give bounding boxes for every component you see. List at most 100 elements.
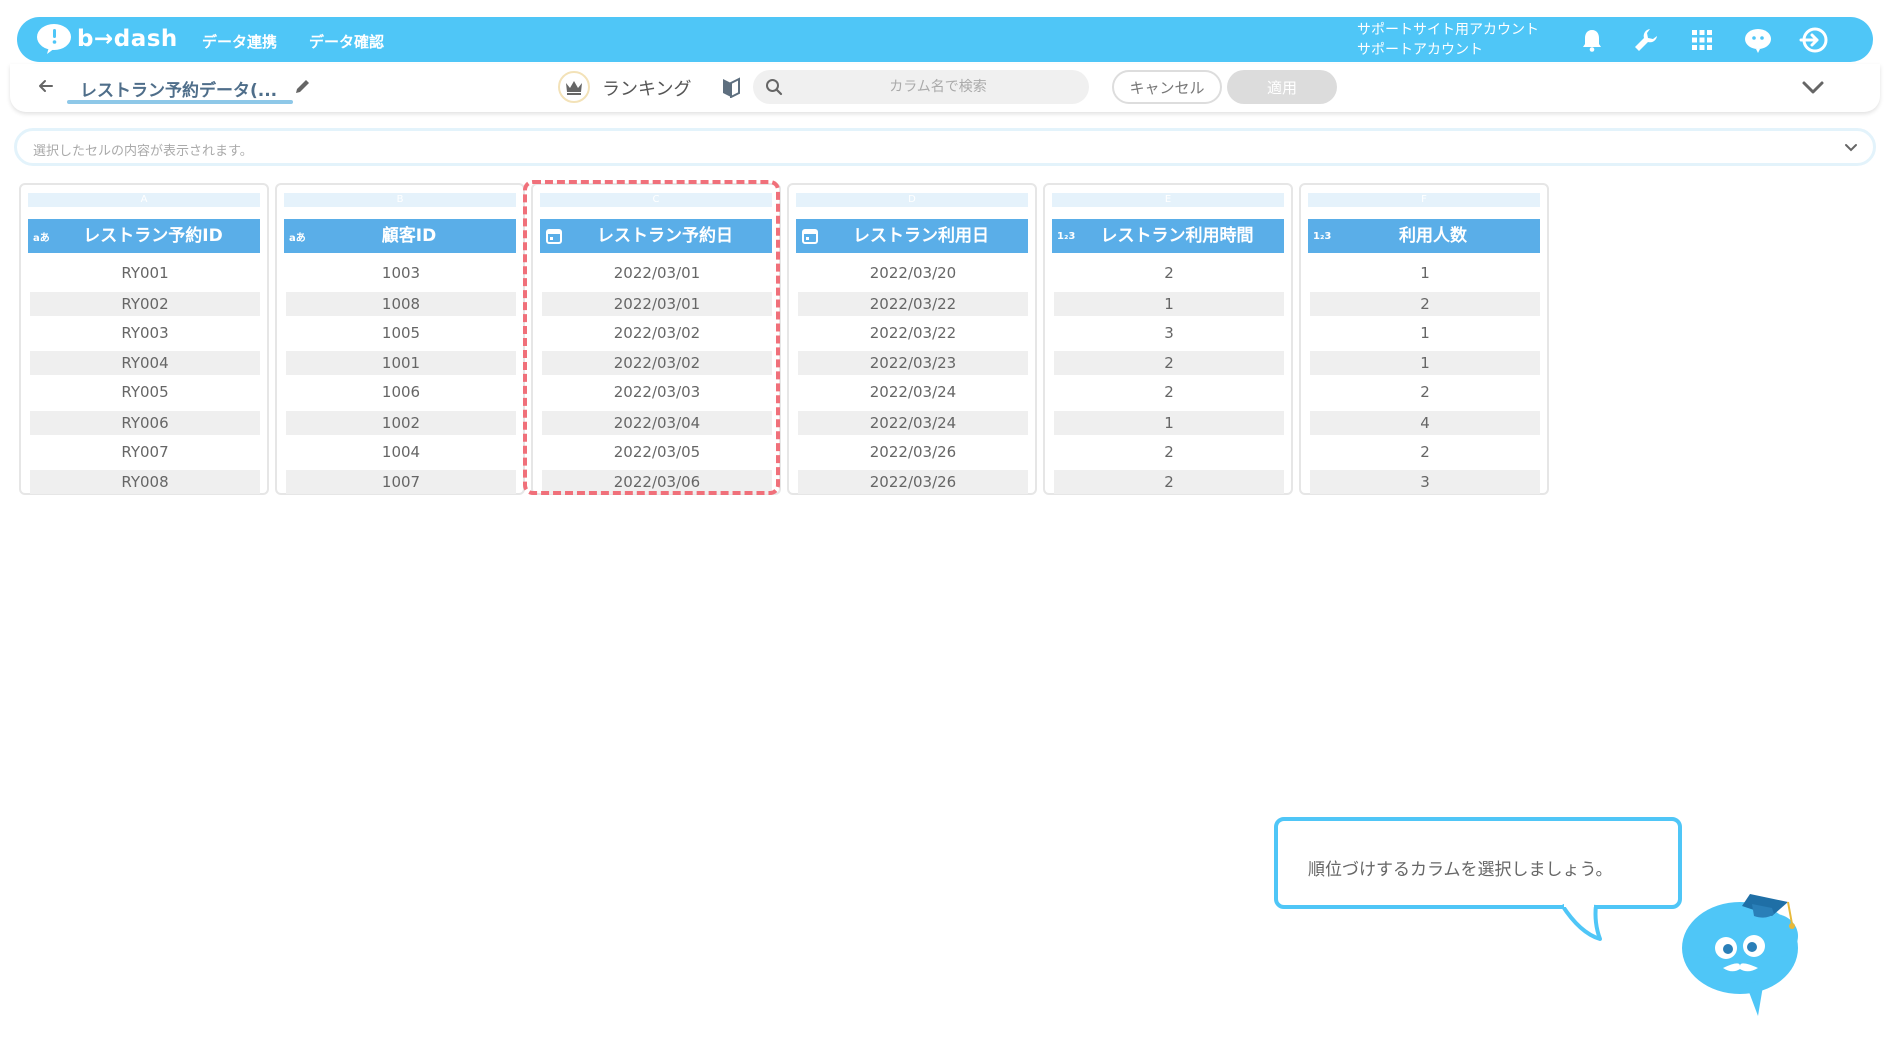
mascot-character-icon xyxy=(1682,894,1798,1016)
column-header[interactable]: レストラン利用日 xyxy=(796,219,1028,253)
column-header[interactable]: aあ レストラン予約ID xyxy=(28,219,260,253)
column-header[interactable]: aあ 顧客ID xyxy=(284,219,516,253)
table-cell[interactable]: 1004 xyxy=(286,438,516,468)
column-card-b[interactable]: Baあ 顧客ID 1003 1008 1005 1001 1006 1002 1004 1007 xyxy=(275,183,525,495)
back-arrow-icon[interactable] xyxy=(36,76,56,96)
top-header: b→dash データ連携 データ確認 サポートサイト用アカウント サポートアカウ… xyxy=(17,17,1873,62)
wrench-icon[interactable] xyxy=(1631,25,1661,55)
bell-icon[interactable] xyxy=(1577,25,1607,55)
table-cell[interactable]: RY002 xyxy=(30,291,260,316)
crown-icon xyxy=(558,71,590,103)
table-cell[interactable]: 2022/03/02 xyxy=(542,351,772,375)
table-cell[interactable]: 2022/03/06 xyxy=(542,470,772,494)
account-info[interactable]: サポートサイト用アカウント サポートアカウント xyxy=(1357,20,1539,60)
column-card-c[interactable]: C レストラン予約日 2022/03/01 2022/03/01 2022/03/02 2… xyxy=(531,183,781,495)
column-cells: RY001 RY002 RY003 RY004 RY005 RY006 RY007 RY008 xyxy=(30,259,260,497)
column-letter: D xyxy=(796,193,1028,207)
table-cell[interactable]: 2022/03/01 xyxy=(542,291,772,316)
column-card-f[interactable]: F 1₂3 利用人数 1 2 1 1 2 4 2 3 xyxy=(1299,183,1549,495)
column-letter: F xyxy=(1308,193,1540,207)
cell-content-bar[interactable]: 選択したセルの内容が表示されます。 xyxy=(14,128,1876,166)
column-letter: A xyxy=(28,193,260,207)
dataset-name[interactable]: レストラン予約データ(... xyxy=(80,76,277,101)
table-cell[interactable]: 4 xyxy=(1310,410,1540,435)
cancel-button[interactable]: キャンセル xyxy=(1112,70,1222,104)
table-cell[interactable]: 2 xyxy=(1054,378,1284,408)
table-cell[interactable]: 2 xyxy=(1310,378,1540,408)
table-cell[interactable]: RY006 xyxy=(30,410,260,435)
assistant-speech-bubble: 順位づけするカラムを選択しましょう。 xyxy=(1274,817,1682,909)
column-letter: C xyxy=(540,193,772,207)
table-cell[interactable]: RY001 xyxy=(30,259,260,289)
table-cell[interactable]: 1006 xyxy=(286,378,516,408)
column-name: レストラン予約ID xyxy=(83,226,223,246)
table-cell[interactable]: 1008 xyxy=(286,291,516,316)
table-cell[interactable]: 1 xyxy=(1054,410,1284,435)
table-cell[interactable]: 2022/03/22 xyxy=(798,319,1028,349)
nav-data-integration[interactable]: データ連携 xyxy=(202,31,277,52)
table-cell[interactable]: 2022/03/20 xyxy=(798,259,1028,289)
column-name: 利用人数 xyxy=(1399,226,1467,246)
account-user: サポートアカウント xyxy=(1357,42,1483,58)
table-cell[interactable]: 2022/03/24 xyxy=(798,378,1028,408)
column-card-e[interactable]: E 1₂3 レストラン利用時間 2 1 3 2 2 1 2 2 xyxy=(1043,183,1293,495)
table-cell[interactable]: 2 xyxy=(1054,259,1284,289)
column-card-a[interactable]: Aaあ レストラン予約ID RY001 RY002 RY003 RY004 RY005 RY0… xyxy=(19,183,269,495)
table-cell[interactable]: RY004 xyxy=(30,351,260,375)
column-header[interactable]: レストラン予約日 xyxy=(540,219,772,253)
chevron-down-icon[interactable] xyxy=(1800,76,1826,98)
column-card-d[interactable]: D レストラン利用日 2022/03/20 2022/03/22 2022/03/22 2… xyxy=(787,183,1037,495)
table-cell[interactable]: 2 xyxy=(1054,351,1284,375)
table-cell[interactable]: 3 xyxy=(1054,319,1284,349)
table-cell[interactable]: 2 xyxy=(1054,470,1284,494)
apply-button[interactable]: 適用 xyxy=(1227,70,1337,104)
table-cell[interactable]: 2022/03/04 xyxy=(542,410,772,435)
support-chat-icon[interactable] xyxy=(1743,25,1773,55)
column-cells: 2022/03/01 2022/03/01 2022/03/02 2022/03/02… xyxy=(542,259,772,497)
speech-bubble-tail xyxy=(1560,903,1602,941)
table-cell[interactable]: 2 xyxy=(1054,438,1284,468)
table-cell[interactable]: RY008 xyxy=(30,470,260,494)
table-cell[interactable]: 2022/03/05 xyxy=(542,438,772,468)
table-cell[interactable]: 2022/03/26 xyxy=(798,470,1028,494)
apps-grid-icon[interactable] xyxy=(1687,25,1717,55)
table-cell[interactable]: 1005 xyxy=(286,319,516,349)
account-name: サポートサイト用アカウント xyxy=(1357,22,1539,38)
table-cell[interactable]: 2 xyxy=(1310,291,1540,316)
column-header[interactable]: 1₂3 レストラン利用時間 xyxy=(1052,219,1284,253)
table-cell[interactable]: 1 xyxy=(1310,319,1540,349)
pencil-icon[interactable] xyxy=(293,76,313,96)
table-cell[interactable]: 2022/03/01 xyxy=(542,259,772,289)
column-header[interactable]: 1₂3 利用人数 xyxy=(1308,219,1540,253)
table-cell[interactable]: 2 xyxy=(1310,438,1540,468)
nav-data-check[interactable]: データ確認 xyxy=(309,31,384,52)
search-input[interactable] xyxy=(793,70,1083,104)
table-cell[interactable]: 1 xyxy=(1054,291,1284,316)
table-cell[interactable]: RY005 xyxy=(30,378,260,408)
column-name: レストラン予約日 xyxy=(597,226,733,246)
table-cell[interactable]: 2022/03/23 xyxy=(798,351,1028,375)
column-cells: 21322122 xyxy=(1054,259,1284,497)
table-cell[interactable]: 2022/03/02 xyxy=(542,319,772,349)
column-name: レストラン利用時間 xyxy=(1100,226,1254,246)
table-cell[interactable]: 1 xyxy=(1310,259,1540,289)
table-cell[interactable]: RY007 xyxy=(30,438,260,468)
assistant-message: 順位づけするカラムを選択しましょう。 xyxy=(1308,860,1613,880)
brand-logo[interactable]: b→dash xyxy=(35,23,178,55)
table-cell[interactable]: 1 xyxy=(1310,351,1540,375)
table-cell[interactable]: 2022/03/03 xyxy=(542,378,772,408)
expand-chevron-icon[interactable] xyxy=(1843,139,1859,155)
logout-icon[interactable] xyxy=(1799,25,1829,55)
table-cell[interactable]: 1002 xyxy=(286,410,516,435)
table-cell[interactable]: 2022/03/24 xyxy=(798,410,1028,435)
table-cell[interactable]: 2022/03/22 xyxy=(798,291,1028,316)
table-cell[interactable]: 1003 xyxy=(286,259,516,289)
table-cell[interactable]: 1007 xyxy=(286,470,516,494)
dataset-name-underline xyxy=(67,100,293,104)
beginner-mark-icon[interactable] xyxy=(720,76,742,98)
table-cell[interactable]: RY003 xyxy=(30,319,260,349)
column-cells: 2022/03/20 2022/03/22 2022/03/22 2022/03/23… xyxy=(798,259,1028,497)
table-cell[interactable]: 2022/03/26 xyxy=(798,438,1028,468)
table-cell[interactable]: 1001 xyxy=(286,351,516,375)
table-cell[interactable]: 3 xyxy=(1310,470,1540,494)
